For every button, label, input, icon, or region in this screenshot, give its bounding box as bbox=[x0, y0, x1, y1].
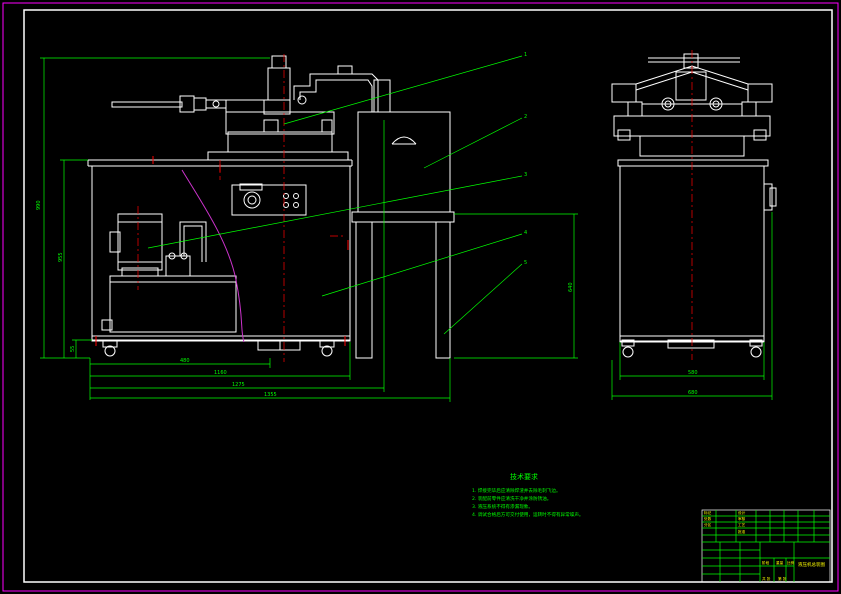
dim-left-height: 955 bbox=[58, 252, 64, 262]
front-view bbox=[87, 55, 455, 359]
dim-stand-height: 640 bbox=[568, 282, 574, 292]
front-cabinet bbox=[91, 165, 351, 341]
cad-drawing-canvas: 1 2 3 4 5 990 955 55 480 1160 1275 1355 … bbox=[2, 2, 839, 592]
dim-width-a: 480 bbox=[180, 358, 190, 364]
tech-req-note-2: 2. 装配前零件应清洗干净并涂防锈油。 bbox=[472, 495, 551, 502]
title-cell-11: 第 张 bbox=[778, 576, 787, 581]
title-block bbox=[701, 509, 831, 583]
balloon-2: 2 bbox=[524, 114, 527, 120]
stand-leg-left bbox=[355, 221, 373, 359]
cable-curve bbox=[181, 169, 245, 343]
sheet-outer-border bbox=[2, 2, 839, 592]
front-dimensions bbox=[40, 55, 578, 402]
title-cell-0: 标记 bbox=[704, 510, 712, 515]
press-lower-block bbox=[227, 131, 333, 153]
title-cell-5: 工艺 bbox=[738, 522, 746, 527]
title-cell-10: 共 张 bbox=[762, 576, 771, 581]
tech-req-note-3: 3. 液压系统不得有渗漏现象。 bbox=[472, 503, 533, 510]
title-cell-1: 处数 bbox=[704, 516, 712, 521]
title-cell-8: 重量 bbox=[776, 560, 784, 565]
title-cell-7: 阶段 bbox=[762, 560, 770, 565]
tech-req-note-4: 4. 调试合格后方可交付使用，运转时不得有异常噪声。 bbox=[472, 511, 584, 518]
title-cell-3: 设计 bbox=[738, 510, 746, 515]
title-cell-9: 比例 bbox=[787, 560, 795, 565]
tech-req-title: 技术要求 bbox=[510, 472, 538, 481]
balloon-3: 3 bbox=[524, 172, 527, 178]
hydraulic-tank bbox=[109, 275, 237, 333]
balloon-4: 4 bbox=[524, 230, 527, 236]
front-red-marks bbox=[95, 156, 349, 346]
tech-req-note-1: 1. 焊接完毕后应清除焊渣并去除毛刺飞边。 bbox=[472, 487, 561, 494]
press-base-plate bbox=[207, 151, 349, 161]
dim-side-body-width: 580 bbox=[688, 370, 698, 376]
dim-width-d: 1355 bbox=[264, 392, 277, 398]
side-view bbox=[611, 53, 777, 358]
dim-width-c: 1275 bbox=[232, 382, 245, 388]
balloon-5: 5 bbox=[524, 260, 527, 266]
title-cell-6: 批准 bbox=[738, 529, 746, 534]
dim-overall-height: 990 bbox=[36, 200, 42, 210]
push-rod bbox=[111, 101, 183, 108]
dim-base-height: 55 bbox=[70, 346, 76, 352]
dim-width-b: 1160 bbox=[214, 370, 227, 376]
drawing-frame bbox=[23, 9, 833, 583]
title-cell-4: 审核 bbox=[738, 516, 746, 521]
drawing-name: 液压机总装图 bbox=[798, 561, 825, 568]
technical-requirements: 技术要求 1. 焊接完毕后应清除焊渣并去除毛刺飞边。 2. 装配前零件应清洗干净… bbox=[472, 472, 584, 518]
dim-side-overall-width: 680 bbox=[688, 390, 698, 396]
title-cell-2: 分区 bbox=[704, 522, 712, 527]
stand-leg-right bbox=[435, 221, 451, 359]
balloon-1: 1 bbox=[524, 52, 527, 58]
